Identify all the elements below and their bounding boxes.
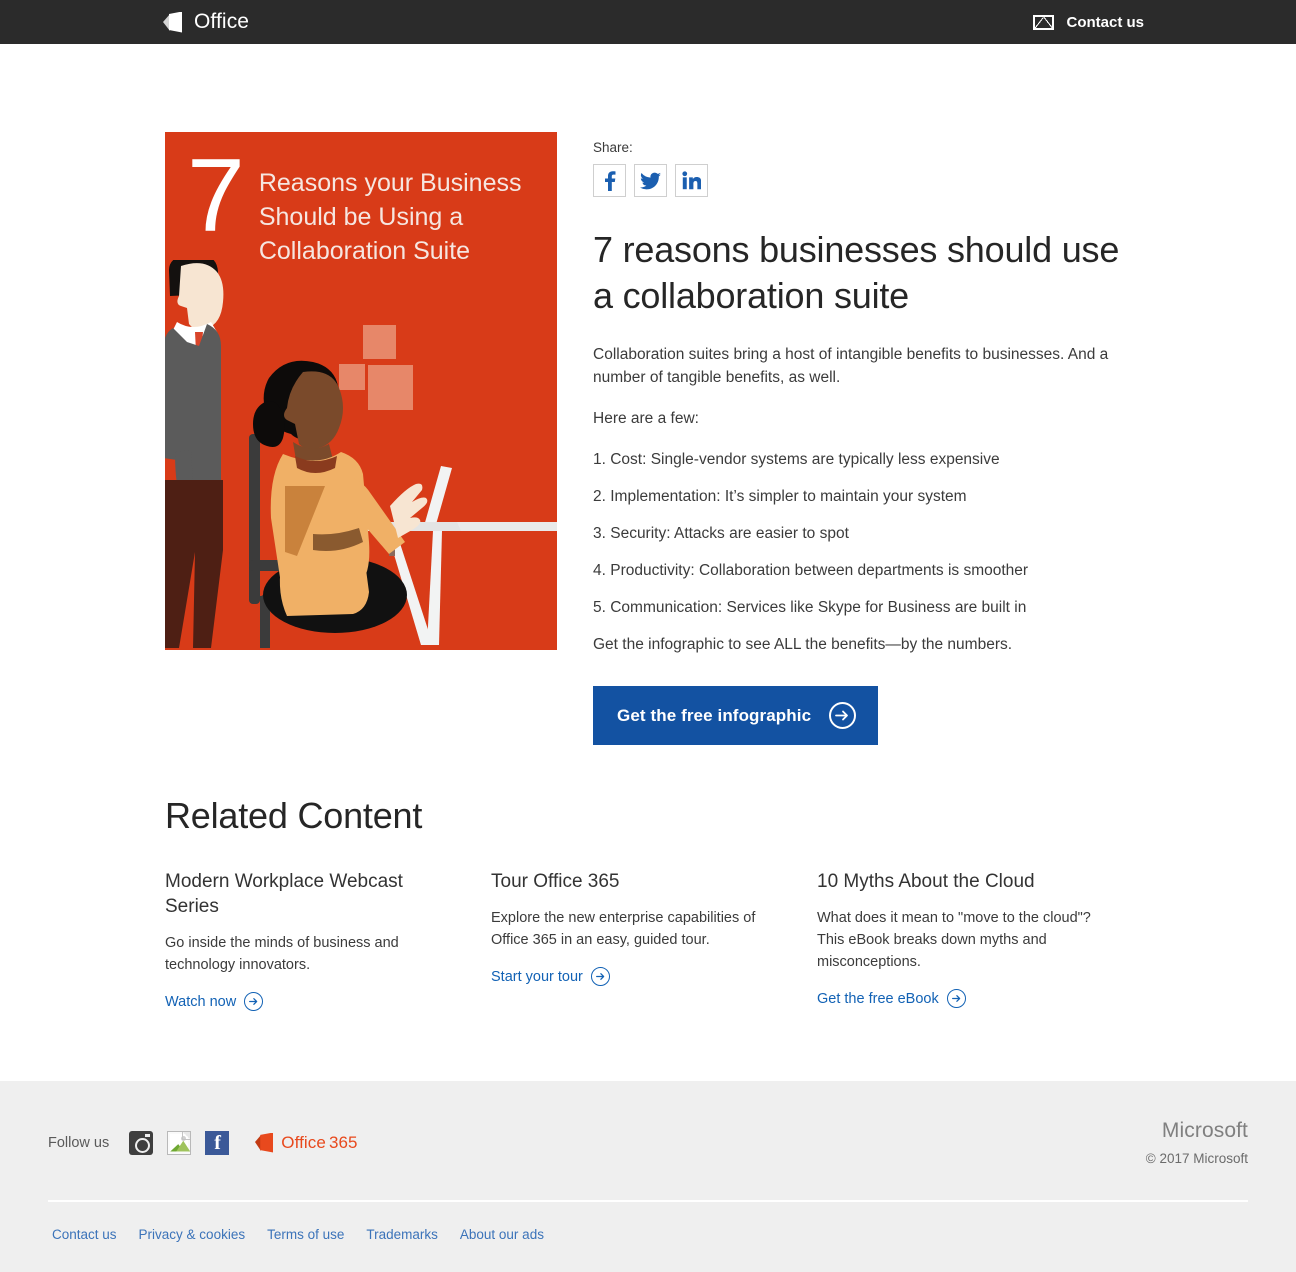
office-logo-icon xyxy=(163,11,183,33)
related-content-title: Related Content xyxy=(165,795,423,836)
footer-link-trademarks[interactable]: Trademarks xyxy=(366,1227,438,1242)
card-link-label: Get the free eBook xyxy=(817,990,939,1007)
start-your-tour-link[interactable]: Start your tour xyxy=(491,967,610,986)
reason-item: 3. Security: Attacks are easier to spot xyxy=(593,525,849,542)
cover-line-2: Should be Using a xyxy=(258,203,464,231)
twitter-icon xyxy=(640,172,661,189)
cover-title-block: 7 Reasons your Business Should be Using … xyxy=(187,144,543,268)
related-cards: Modern Workplace Webcast Series Go insid… xyxy=(165,869,1144,1011)
card-description: What does it mean to "move to the cloud"… xyxy=(817,910,1091,970)
follow-us-group: Follow us Office365 xyxy=(48,1130,358,1155)
footer-link-privacy-cookies[interactable]: Privacy & cookies xyxy=(139,1227,246,1242)
facebook-icon xyxy=(605,171,616,191)
office-365-label: Office 365 xyxy=(281,1132,358,1152)
cover-line-1: Reasons your Business xyxy=(258,169,522,197)
card-title: Modern Workplace Webcast Series xyxy=(165,871,403,917)
card-description: Go inside the minds of business and tech… xyxy=(165,935,399,973)
reason-item: 1. Cost: Single-vendor systems are typic… xyxy=(593,451,1000,468)
related-card: Tour Office 365 Explore the new enterpri… xyxy=(491,869,817,1011)
card-link-label: Start your tour xyxy=(491,968,583,985)
get-free-infographic-button[interactable]: Get the free infographic xyxy=(593,686,879,745)
share-buttons xyxy=(593,164,1144,197)
card-title: 10 Myths About the Cloud xyxy=(817,871,1035,892)
linkedin-share-button[interactable] xyxy=(675,164,708,197)
footer-link-about-our-ads[interactable]: About our ads xyxy=(460,1227,544,1242)
related-card: Modern Workplace Webcast Series Go insid… xyxy=(165,869,491,1011)
office-365-logo[interactable]: Office 365 xyxy=(255,1132,358,1153)
article-closing: Get the infographic to see ALL the benef… xyxy=(593,636,1013,653)
linkedin-icon xyxy=(682,171,701,190)
arrow-right-icon xyxy=(590,967,610,986)
share-label: Share: xyxy=(593,140,633,155)
main-content: 7 Reasons your Business Should be Using … xyxy=(0,44,1296,745)
office-brand[interactable]: Office xyxy=(163,10,249,34)
watch-now-link[interactable]: Watch now xyxy=(165,992,264,1011)
envelope-icon xyxy=(1033,14,1055,30)
follow-us-label: Follow us xyxy=(48,1134,110,1151)
contact-us-label: Contact us xyxy=(1066,13,1144,31)
footer-top-row: Follow us Office365 Microsoft © 2017 Mic… xyxy=(48,1081,1248,1202)
arrow-right-icon xyxy=(829,702,857,729)
ebook-cover-image: 7 Reasons your Business Should be Using … xyxy=(165,132,557,650)
footer-link-terms-of-use[interactable]: Terms of use xyxy=(267,1227,344,1242)
reason-item: 2. Implementation: It’s simpler to maint… xyxy=(593,488,967,505)
related-content-section: Related Content Modern Workplace Webcast… xyxy=(0,745,1296,1081)
microsoft-wordmark: Microsoft xyxy=(1161,1119,1248,1142)
page-footer: Follow us Office365 Microsoft © 2017 Mic… xyxy=(0,1081,1296,1272)
card-title: Tour Office 365 xyxy=(491,871,620,892)
cover-number: 7 xyxy=(187,138,245,254)
twitter-share-button[interactable] xyxy=(634,164,667,197)
reason-item: 5. Communication: Services like Skype fo… xyxy=(593,599,1027,616)
cta-label: Get the free infographic xyxy=(617,705,812,725)
article-intro: Collaboration suites bring a host of int… xyxy=(593,346,1109,386)
copyright-text: © 2017 Microsoft xyxy=(1145,1151,1248,1166)
instagram-icon[interactable] xyxy=(129,1130,154,1155)
reason-item: 4. Productivity: Collaboration between d… xyxy=(593,562,1029,579)
facebook-share-button[interactable] xyxy=(593,164,626,197)
microsoft-block: Microsoft © 2017 Microsoft xyxy=(1146,1119,1248,1166)
page-title: 7 reasons businesses should use a collab… xyxy=(593,229,1120,316)
arrow-right-icon xyxy=(946,989,966,1008)
card-link-label: Watch now xyxy=(165,993,237,1010)
brand-label: Office xyxy=(194,10,250,33)
article-lead-in: Here are a few: xyxy=(593,410,699,427)
article-column: Share: 7 reasons businesses should use a… xyxy=(593,132,1144,745)
top-navigation-bar: Office Contact us xyxy=(0,0,1296,44)
arrow-right-icon xyxy=(244,992,264,1011)
reasons-list: 1. Cost: Single-vendor systems are typic… xyxy=(593,448,1144,619)
cover-title-lines: Reasons your Business Should be Using a … xyxy=(259,154,522,268)
footer-link-contact-us[interactable]: Contact us xyxy=(52,1227,117,1242)
get-free-ebook-link[interactable]: Get the free eBook xyxy=(817,989,966,1008)
card-description: Explore the new enterprise capabilities … xyxy=(491,910,756,948)
related-card: 10 Myths About the Cloud What does it me… xyxy=(817,869,1143,1011)
page-body: 7 Reasons your Business Should be Using … xyxy=(0,44,1296,1081)
coworkers-illustration xyxy=(165,260,557,650)
office-logo-icon xyxy=(255,1132,274,1153)
broken-image-icon[interactable] xyxy=(167,1130,192,1155)
facebook-icon[interactable] xyxy=(205,1130,230,1155)
contact-us-nav-button[interactable]: Contact us xyxy=(1033,14,1144,31)
footer-links: Contact us Privacy & cookies Terms of us… xyxy=(48,1202,1248,1272)
